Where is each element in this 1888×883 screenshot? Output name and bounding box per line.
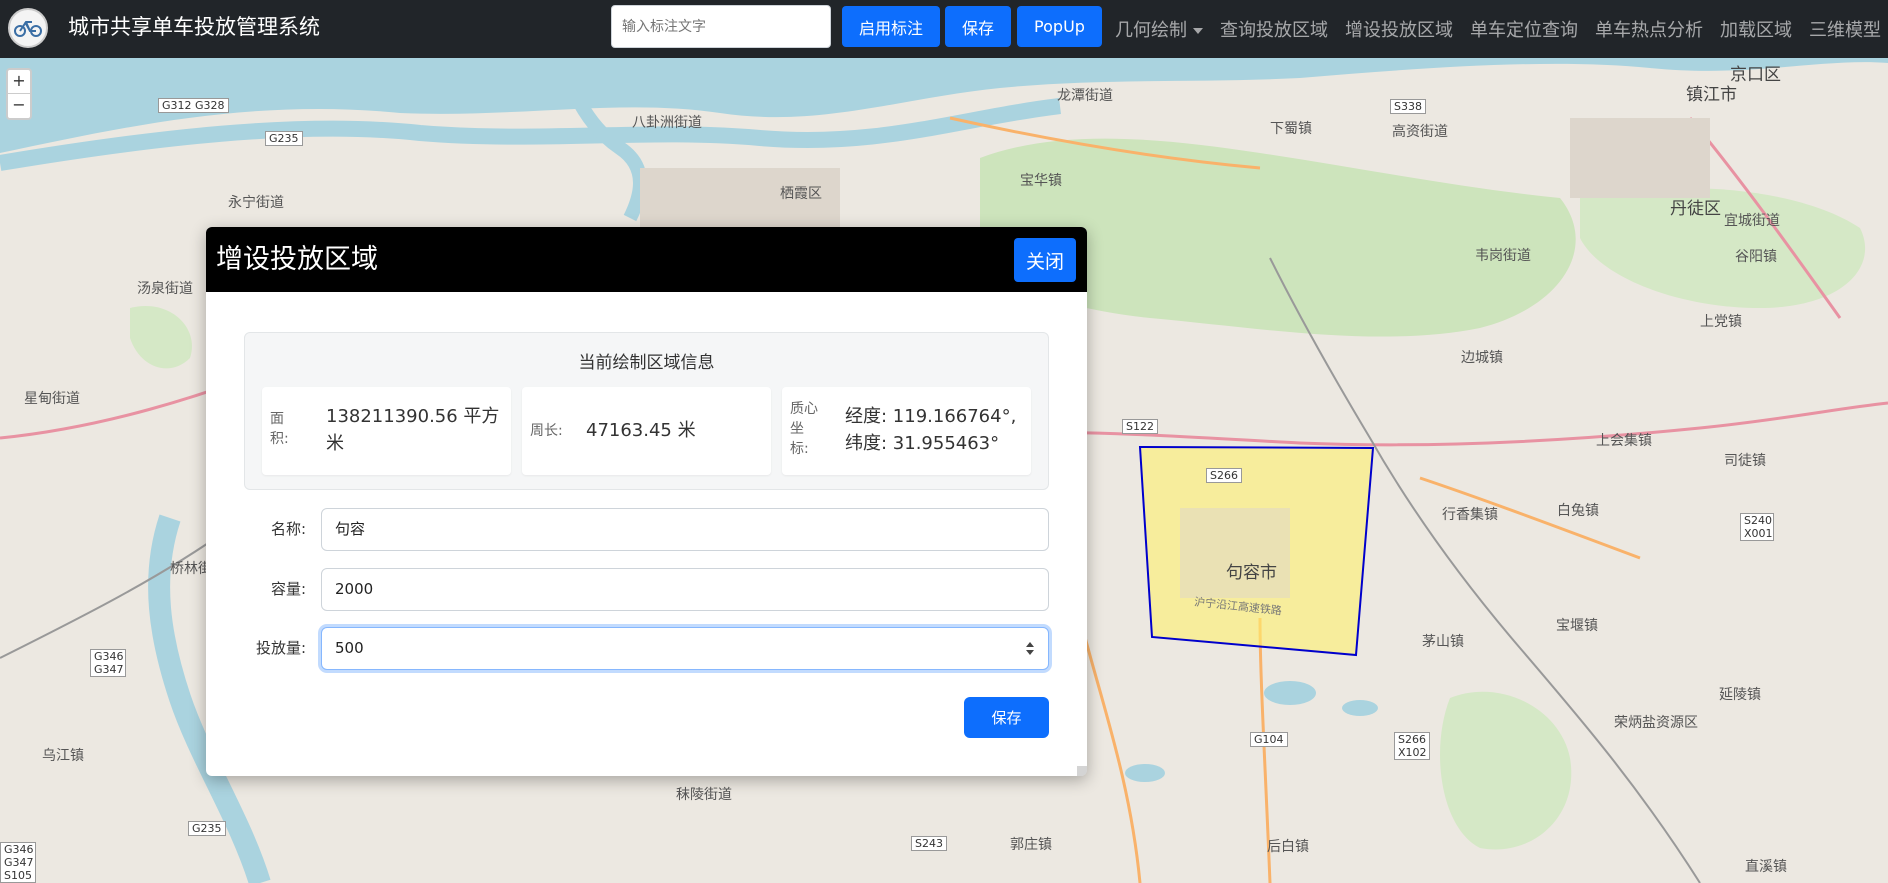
map-label: 京口区: [1730, 65, 1781, 85]
area-info-card: 当前绘制区域信息 面积: 138211390.56 平方米 周长: 47163.…: [244, 332, 1049, 490]
nav-links: 几何绘制 查询投放区域 增设投放区域 单车定位查询 单车热点分析 加载区域 三维…: [1115, 0, 1888, 58]
amount-row: 投放量: 500: [244, 627, 1049, 670]
popup-button[interactable]: PopUp: [1017, 6, 1102, 47]
road-shield: G235: [188, 821, 226, 836]
road-shield: S243: [911, 836, 947, 851]
capacity-label: 容量:: [270, 580, 306, 598]
road-shield: S266: [1206, 468, 1242, 483]
area-value: 138211390.56 平方米: [326, 406, 500, 454]
map-label: 直溪镇: [1745, 859, 1787, 875]
map-label: 宜城街道: [1724, 213, 1780, 229]
map-label: 栖霞区: [780, 186, 822, 202]
app-title[interactable]: 城市共享单车投放管理系统: [68, 13, 320, 41]
zoom-out-button[interactable]: −: [8, 94, 30, 118]
map-label: 龙潭街道: [1057, 88, 1113, 104]
map-label: 后白镇: [1267, 839, 1309, 855]
map-label: 星甸街道: [24, 391, 80, 407]
map-label: 郭庄镇: [1010, 837, 1052, 853]
map-label: 延陵镇: [1719, 687, 1761, 703]
perimeter-label: 周长:: [530, 423, 563, 439]
road-shield: G104: [1250, 732, 1288, 747]
number-spinner-icon[interactable]: [1024, 639, 1036, 659]
amount-value: 500: [335, 639, 364, 657]
capacity-row: 容量: 2000: [244, 568, 1049, 611]
road-shield: G312 G328: [158, 98, 229, 113]
map-label: 汤泉街道: [137, 281, 193, 297]
name-label: 名称:: [270, 520, 306, 538]
enable-annotation-button[interactable]: 启用标注: [842, 6, 940, 47]
zoom-in-button[interactable]: +: [8, 70, 30, 94]
map-label: 司徒镇: [1724, 453, 1766, 469]
capacity-input[interactable]: 2000: [321, 568, 1049, 611]
nav-geometry-draw[interactable]: 几何绘制: [1115, 16, 1203, 42]
nav-bike-locate[interactable]: 单车定位查询: [1470, 16, 1578, 42]
map-label: 行香集镇: [1442, 507, 1498, 523]
map-label: 宝堰镇: [1556, 618, 1598, 634]
nav-hotspot-analysis[interactable]: 单车热点分析: [1595, 16, 1703, 42]
map-label: 乌江镇: [42, 748, 84, 764]
modal-save-button[interactable]: 保存: [964, 697, 1049, 738]
name-input[interactable]: 句容: [321, 508, 1049, 551]
road-shield: G235: [265, 131, 303, 146]
map-label: 边城镇: [1461, 350, 1503, 366]
resize-handle-icon[interactable]: [1077, 766, 1087, 776]
map-label: 丹徒区: [1670, 199, 1721, 219]
map-label: 荣炳盐资源区: [1614, 715, 1698, 731]
map-zoom-control: + −: [6, 68, 32, 120]
road-shield: G346 G347: [90, 649, 126, 677]
map-label: 宝华镇: [1020, 173, 1062, 189]
close-button[interactable]: 关闭: [1014, 238, 1076, 282]
map-label: 秣陵街道: [676, 787, 732, 803]
add-area-modal: 增设投放区域 关闭 当前绘制区域信息 面积: 138211390.56 平方米 …: [206, 227, 1087, 776]
top-navbar: 城市共享单车投放管理系统 启用标注 保存 PopUp 几何绘制 查询投放区域 增…: [0, 0, 1888, 58]
perimeter-stat: 周长: 47163.45 米: [522, 387, 771, 475]
info-title: 当前绘制区域信息: [578, 353, 715, 373]
annotation-text-input[interactable]: [611, 5, 831, 48]
map-label: 谷阳镇: [1735, 249, 1777, 265]
perimeter-value: 47163.45 米: [586, 420, 696, 441]
road-shield: S266 X102: [1394, 732, 1430, 760]
modal-title: 增设投放区域: [216, 243, 378, 275]
road-shield: S338: [1390, 99, 1426, 114]
area-stat: 面积: 138211390.56 平方米: [262, 387, 511, 475]
nav-query-area[interactable]: 查询投放区域: [1220, 16, 1328, 42]
map-label: 高资街道: [1392, 124, 1448, 140]
nav-geometry-draw-label: 几何绘制: [1115, 20, 1187, 41]
nav-load-area[interactable]: 加载区域: [1720, 16, 1792, 42]
map-label: 上党镇: [1700, 314, 1742, 330]
map-label: 下蜀镇: [1270, 121, 1312, 137]
toolbar-save-button[interactable]: 保存: [945, 6, 1011, 47]
chevron-down-icon: [1193, 28, 1203, 34]
map-label: 八卦洲街道: [632, 115, 702, 131]
nav-3d-model[interactable]: 三维模型: [1809, 16, 1881, 42]
road-shield: G346 G347 S105: [0, 842, 36, 883]
modal-header: 增设投放区域 关闭: [206, 227, 1087, 292]
map-label: 句容市: [1226, 563, 1277, 583]
bicycle-icon[interactable]: [8, 8, 48, 48]
map-label: 白兔镇: [1557, 503, 1599, 519]
amount-input[interactable]: 500: [321, 627, 1049, 670]
nav-add-area[interactable]: 增设投放区域: [1345, 16, 1453, 42]
map-label: 上会集镇: [1596, 433, 1652, 449]
amount-label: 投放量:: [255, 639, 306, 657]
road-shield: S122: [1122, 419, 1158, 434]
map-label: 茅山镇: [1422, 634, 1464, 650]
area-label: 面积:: [270, 411, 289, 447]
centroid-stat: 质心坐标: 经度: 119.166764°, 纬度: 31.955463°: [782, 387, 1031, 475]
road-shield: S240 X001: [1740, 513, 1774, 541]
name-row: 名称: 句容: [244, 508, 1049, 551]
centroid-value: 经度: 119.166764°, 纬度: 31.955463°: [845, 406, 1017, 454]
centroid-label: 质心坐标:: [790, 401, 818, 457]
map-label: 永宁街道: [228, 195, 284, 211]
map-label: 韦岗街道: [1475, 248, 1531, 264]
